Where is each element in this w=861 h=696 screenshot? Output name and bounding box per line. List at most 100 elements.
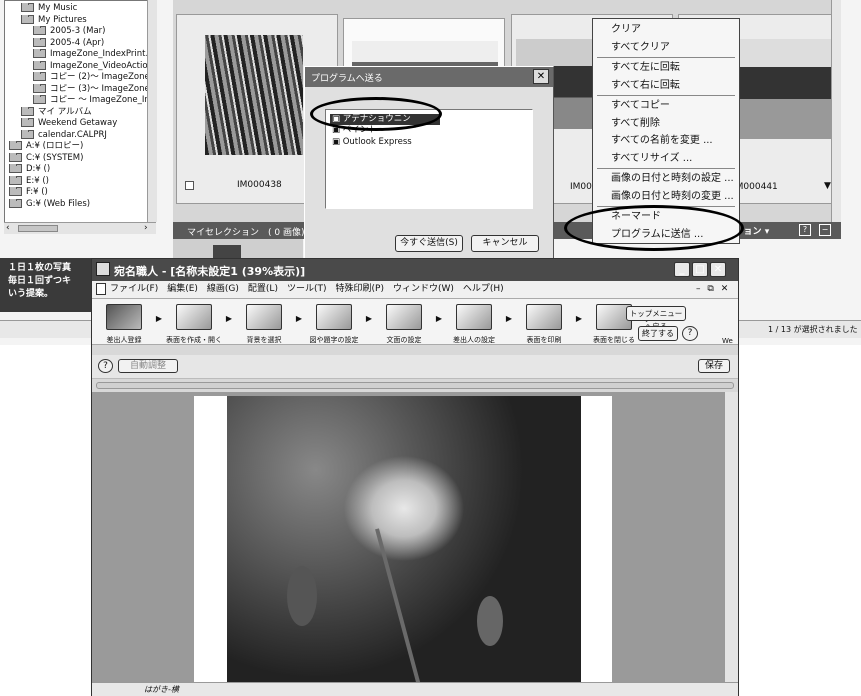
tree-item[interactable]: E:¥ () [5,175,155,188]
menu-item[interactable]: ウィンドウ(W) [393,281,454,298]
tree-item[interactable]: コピー (3)～ ImageZone_ [5,83,155,96]
context-menu-item[interactable]: 画像の日付と時刻の変更 ... [593,188,739,206]
help-icon[interactable]: ? [98,359,113,373]
context-menu-item[interactable]: すべての名前を変更 ... [593,132,739,150]
step-label: 文面の設定 [386,336,422,344]
tree-item[interactable]: コピー ～ ImageZone_Ind [5,95,155,107]
step-icon [456,304,492,330]
tree-item[interactable]: コピー (2)～ ImageZone_ [5,72,155,84]
folder-icon [33,26,46,35]
top-menu-button[interactable]: トップメニューへ戻る [626,306,686,331]
thumbs-vscrollbar[interactable] [831,0,841,222]
folder-icon [33,37,46,47]
context-menu-item[interactable]: 画像の日付と時刻の設定 ... [593,170,739,188]
tree-item[interactable]: マイ アルバム [5,106,155,119]
tree-vscrollbar[interactable] [147,0,157,222]
tree-item-label: G:¥ (Web Files) [26,198,91,209]
app-icon [96,262,110,276]
tree-item-label: Weekend Getaway [38,118,118,128]
auto-layout-button[interactable]: 自動調整 [118,359,178,373]
menu-item[interactable]: 特殊印刷(P) [336,281,384,298]
tree-item[interactable]: C:¥ (SYSTEM) [5,152,155,165]
step-icon [526,304,562,330]
send-now-button[interactable]: 今すぐ送信(S) [395,235,463,252]
step-button[interactable]: 図や題字の設定 [306,304,362,345]
collection-tray [173,239,303,259]
help-button[interactable]: ? [682,326,698,341]
tree-item-label: ImageZone_VideoAction [50,60,153,71]
close-icon[interactable]: ✕ [710,262,726,277]
tree-item[interactable]: My Pictures [5,14,155,27]
menu-separator [597,95,735,96]
tree-item-label: A:¥ (ロロピー) [26,141,84,151]
context-menu-item[interactable]: すべて右に回転 [593,77,739,95]
step-button[interactable]: 背景を選択 [236,304,292,345]
tree-hscrollbar[interactable]: ‹ › [4,222,156,234]
context-menu-item[interactable]: クリア [593,21,739,39]
menu-item[interactable]: 配置(L) [248,281,278,298]
folder-icon [33,49,46,58]
document-icon[interactable] [96,283,106,295]
step-button[interactable]: 表面を作成・開く [166,304,222,345]
canvas-vscrollbar[interactable] [724,392,738,682]
menu-item[interactable]: ファイル(F) [110,281,158,298]
postcard-photo[interactable] [227,396,581,682]
tree-item[interactable]: Weekend Getaway [5,118,155,130]
thumbnail-image[interactable] [725,39,835,139]
maximize-icon[interactable]: □ [692,262,708,277]
tree-item[interactable]: 2005-3 (Mar) [5,26,155,38]
dropdown-arrow-icon[interactable]: ▼ [824,181,831,191]
tree-item[interactable]: A:¥ (ロロピー) [5,141,155,153]
cancel-button[interactable]: キャンセル [471,235,539,252]
tree-item[interactable]: My Music [5,3,155,15]
tree-item-label: calendar.CALPRJ [38,129,107,140]
select-checkbox[interactable] [185,181,194,190]
tree-item[interactable]: ImageZone_IndexPrint.pl [5,49,155,61]
tree-item[interactable]: F:¥ () [5,187,155,199]
context-menu-item[interactable]: すべてコピー [593,97,739,115]
folder-icon [21,129,34,139]
thumbnail-image[interactable] [205,35,303,155]
folder-icon [9,141,22,150]
app-title: 宛名職人 - [名称未設定1 (39%表示)] [114,265,306,278]
tree-item[interactable]: 2005-4 (Apr) [5,37,155,50]
menu-item[interactable]: ツール(T) [287,281,327,298]
tree-item[interactable]: G:¥ (Web Files) [5,198,155,211]
mdi-minimize-icon[interactable]: – [696,284,701,294]
menu-item[interactable]: ヘルプ(H) [463,281,504,298]
context-menu-item[interactable]: すべて左に回転 [593,59,739,77]
program-item[interactable]: ▣ Outlook Express [330,137,528,149]
tree-item-label: D:¥ () [26,164,51,174]
highlight-oval [310,97,442,131]
close-icon[interactable]: ✕ [533,69,549,84]
step-label: 図や題字の設定 [309,336,359,344]
scroll-right-icon[interactable]: › [144,223,148,233]
menu-item[interactable]: 線画(G) [207,281,239,298]
step-button[interactable]: 表面を印刷 [516,304,572,345]
tree-item[interactable]: D:¥ () [5,164,155,176]
step-label: 差出人登録 [106,336,142,344]
context-menu-item[interactable]: すべてクリア [593,39,739,57]
tree-item[interactable]: calendar.CALPRJ [5,129,155,142]
folder-icon [33,60,46,70]
selection-status: 1 / 13 が選択されました [768,325,858,334]
step-button[interactable]: 差出人の設定 [446,304,502,345]
context-menu-item[interactable]: すべてリサイズ ... [593,150,739,168]
mdi-close-icon[interactable]: ✕ [721,284,729,294]
app-titlebar: 宛名職人 - [名称未設定1 (39%表示)] _ □ ✕ [92,259,738,281]
step-button[interactable]: 差出人登録 [96,304,152,345]
mdi-restore-icon[interactable]: ⧉ [707,284,713,294]
finish-button[interactable]: 終了する [638,326,678,341]
menu-item[interactable]: 編集(E) [167,281,198,298]
step-icon [386,304,422,330]
step-arrow-icon: ▶ [435,314,443,323]
help-icon[interactable]: ? [799,224,811,236]
save-button[interactable]: 保存 [698,359,730,373]
tree-item[interactable]: ImageZone_VideoAction [5,60,155,73]
minimize-icon[interactable]: _ [674,262,690,277]
collapse-icon[interactable]: − [819,224,831,236]
context-menu-item[interactable]: すべて削除 [593,115,739,133]
step-button[interactable]: 文面の設定 [376,304,432,345]
postcard-page[interactable] [194,396,612,682]
scroll-left-icon[interactable]: ‹ [6,223,10,233]
